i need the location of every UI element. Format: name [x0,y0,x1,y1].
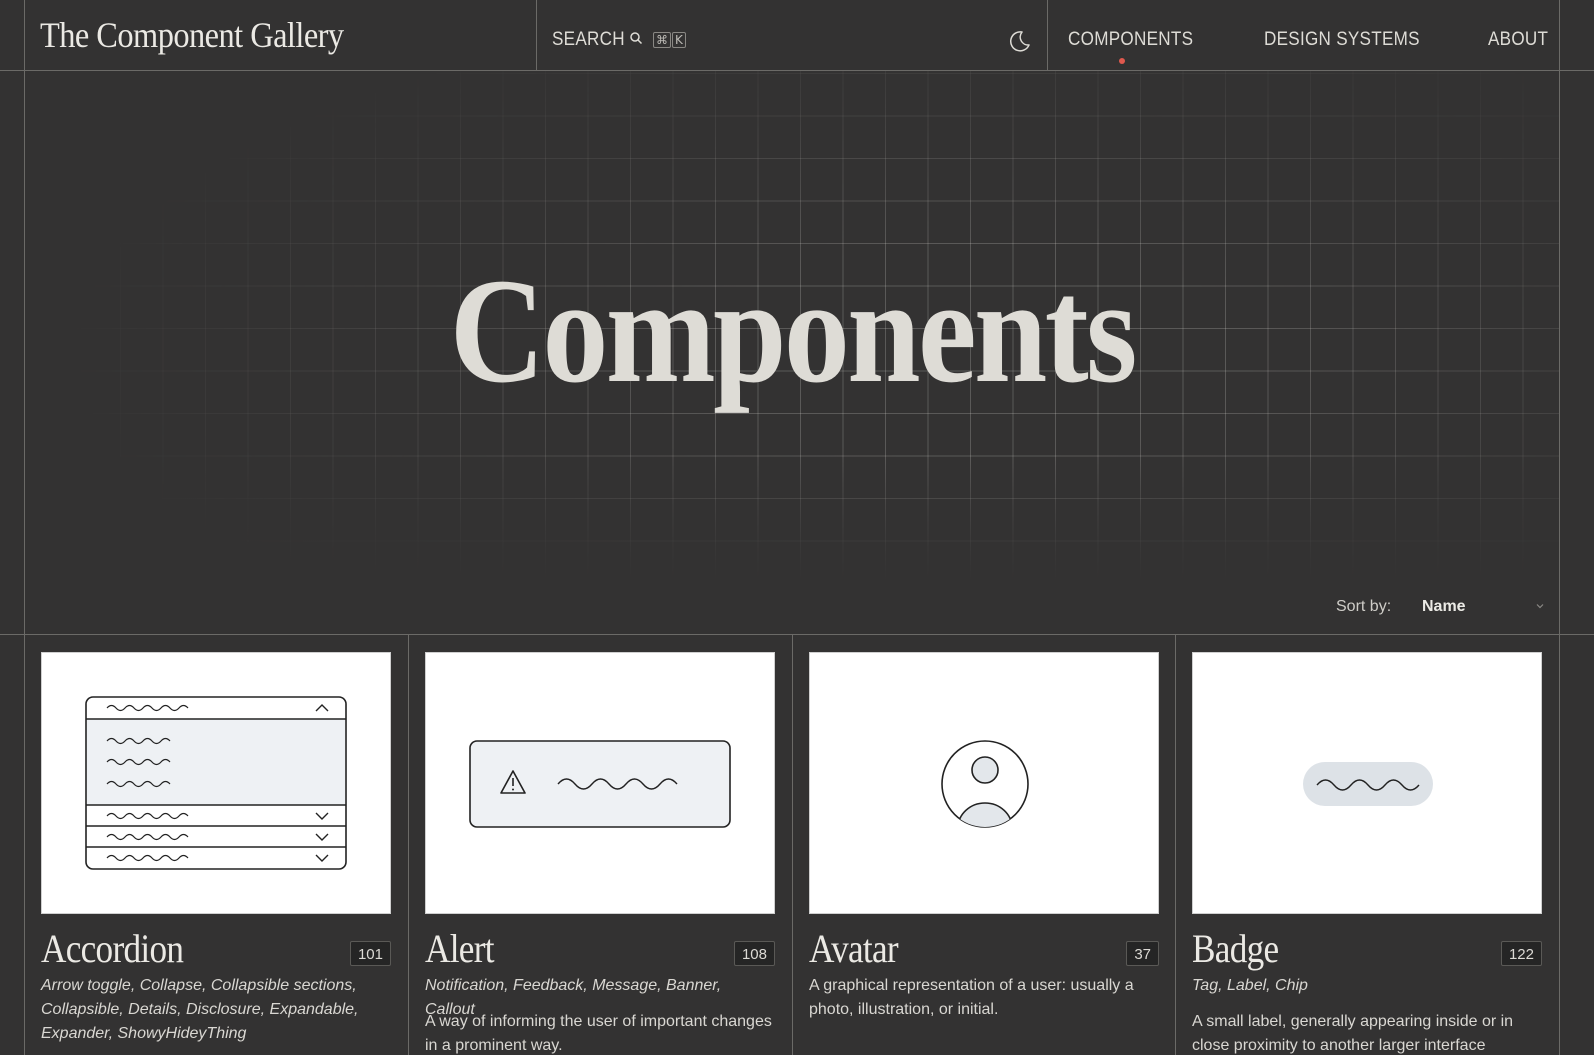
nav-about[interactable]: ABOUT [1488,29,1548,51]
frame-line-right [1559,0,1560,1055]
chevron-down-icon [1536,604,1544,609]
card-title[interactable]: Accordion [41,925,184,972]
example-count-badge: 37 [1126,941,1159,966]
sort-value: Name [1422,598,1466,615]
cards-top-border [0,634,1594,635]
search-button[interactable]: SEARCH ⌘ K [552,29,686,51]
accordion-illustration[interactable] [41,652,391,914]
card-aliases: Tag, Label, Chip [1192,977,1308,994]
sort-select[interactable]: Name [1422,594,1546,620]
avatar-illustration[interactable] [809,652,1159,914]
active-nav-indicator [1119,58,1125,64]
example-count-badge: 122 [1500,941,1542,966]
nav-design-systems[interactable]: DESIGN SYSTEMS [1264,29,1420,51]
card-divider-2 [792,634,793,1055]
card-description: A small label, generally appearing insid… [1192,1013,1514,1054]
component-card-accordion: Accordion 101 Arrow toggle, Collapse, Co… [41,652,391,1055]
page-title-text: Components [449,248,1137,414]
sort-label: Sort by: [1336,598,1392,615]
page-title: Components [25,251,1559,411]
card-title[interactable]: Alert [425,925,495,972]
hero-fade [25,461,1559,581]
badge-illustration[interactable] [1192,652,1542,914]
card-description: A graphical representation of a user: us… [809,977,1134,1018]
moon-icon [1010,31,1030,52]
k-key: K [671,32,686,48]
card-divider-3 [1175,634,1176,1055]
card-description: A way of informing the user of important… [425,1013,772,1054]
component-card-badge: Badge 122 Tag, Label, Chip A small label… [1192,652,1542,1055]
component-card-alert: Alert 108 Notification, Feedback, Messag… [425,652,775,1055]
site-logo[interactable]: The Component Gallery [40,14,344,56]
card-divider-1 [408,634,409,1055]
search-icon [629,31,643,50]
hero-section: Components [25,71,1559,581]
alert-illustration[interactable] [425,652,775,914]
card-title[interactable]: Avatar [809,925,899,972]
example-count-badge: 101 [349,941,391,966]
card-aliases: Arrow toggle, Collapse, Collapsible sect… [41,977,359,1042]
nav-components[interactable]: COMPONENTS [1068,29,1193,51]
dark-mode-toggle[interactable] [1006,28,1032,54]
component-card-avatar: Avatar 37 A graphical representation of … [809,652,1159,1055]
example-count-badge: 108 [733,941,775,966]
command-key: ⌘ [652,32,671,48]
site-header: The Component Gallery SEARCH ⌘ K COMPONE… [0,0,1594,71]
card-title[interactable]: Badge [1192,925,1279,972]
search-label: SEARCH [552,29,625,50]
keyboard-shortcut: ⌘ K [652,32,686,48]
